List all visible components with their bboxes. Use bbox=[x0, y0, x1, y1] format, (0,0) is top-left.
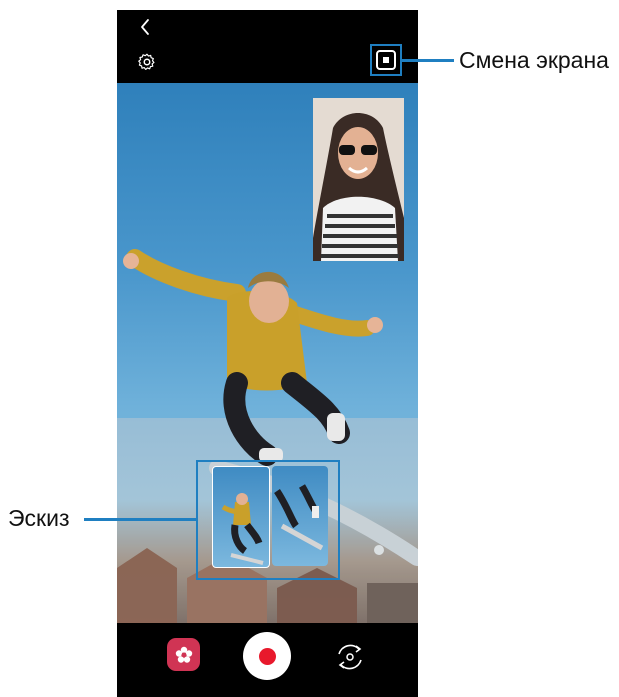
screen-switch-label: Смена экрана bbox=[459, 47, 609, 73]
camera-flip-icon[interactable] bbox=[333, 640, 367, 674]
bottom-controls bbox=[117, 623, 418, 697]
selfie-photo bbox=[313, 98, 404, 261]
effects-button[interactable] bbox=[167, 638, 200, 671]
screen-switch-callout-line bbox=[402, 59, 454, 62]
screen-switch-highlight bbox=[370, 44, 402, 76]
flower-icon bbox=[175, 646, 192, 663]
camera-screen bbox=[117, 10, 418, 697]
gear-icon[interactable] bbox=[136, 51, 158, 73]
thumbnail-highlight bbox=[196, 460, 340, 580]
record-button[interactable] bbox=[243, 632, 291, 680]
thumbnail-label: Эскиз bbox=[8, 505, 70, 531]
thumbnail-callout-line bbox=[84, 518, 196, 521]
front-camera-preview[interactable] bbox=[313, 98, 404, 261]
chevron-left-icon[interactable] bbox=[135, 16, 155, 38]
record-icon bbox=[258, 647, 276, 665]
